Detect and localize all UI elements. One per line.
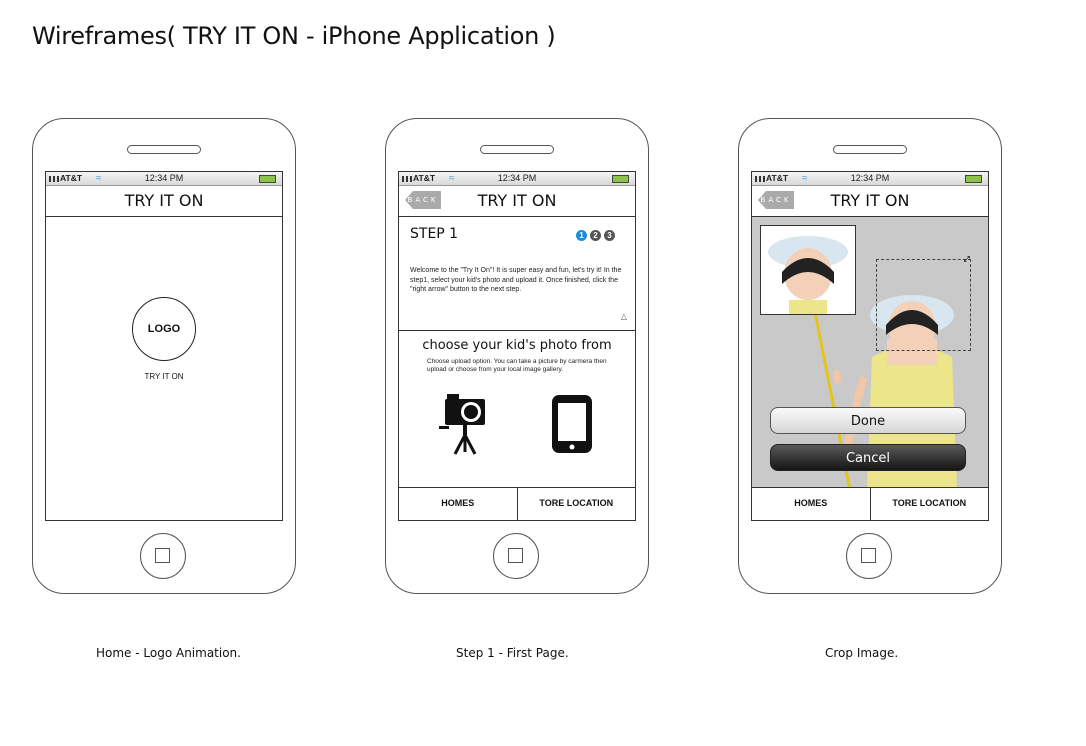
tab-bar: HOMES TORE LOCATION: [752, 487, 988, 520]
nav-bar: BACK TRY IT ON: [752, 185, 988, 217]
divider: [399, 330, 635, 331]
caption-home: Home - Logo Animation.: [96, 646, 241, 660]
status-time: 12:34 PM: [497, 173, 537, 183]
battery-icon: [259, 175, 276, 183]
step-title: STEP 1: [410, 226, 459, 242]
screen: AT&T ≈ 12:34 PM TRY IT ON LOGO TRY IT ON: [45, 171, 283, 521]
status-bar: AT&T ≈ 12:34 PM: [46, 172, 282, 186]
crop-box[interactable]: [876, 259, 971, 351]
tab-homes[interactable]: HOMES: [399, 488, 517, 520]
logo: LOGO: [132, 297, 196, 361]
status-bar: AT&T ≈ 12:34 PM: [752, 172, 988, 186]
kid-thumbnail: [761, 226, 855, 314]
caption-crop: Crop Image.: [825, 646, 899, 660]
phone-step1: AT&T ≈ 12:34 PM BACK TRY IT ON STEP 1 1 …: [385, 118, 649, 594]
camera-tripod-icon[interactable]: [439, 392, 491, 456]
home-button[interactable]: [140, 533, 186, 579]
step-description: Welcome to the "Try It On"! It is super …: [410, 267, 622, 293]
photo-area[interactable]: ↔ Done Cancel: [752, 217, 988, 490]
nav-title: TRY IT ON: [124, 191, 204, 210]
choose-description: Choose upload option. You can take a pic…: [427, 358, 607, 373]
home-button[interactable]: [846, 533, 892, 579]
back-button[interactable]: BACK: [758, 191, 794, 209]
battery-icon: [965, 175, 982, 183]
status-time: 12:34 PM: [144, 173, 184, 183]
speaker: [480, 145, 554, 154]
step-dot-2[interactable]: 2: [590, 230, 601, 241]
screen: AT&T ≈ 12:34 PM BACK TRY IT ON ↔ Done Ca…: [751, 171, 989, 521]
tab-store-location[interactable]: TORE LOCATION: [516, 488, 636, 520]
page-title: Wireframes( TRY IT ON - iPhone Applicati…: [32, 22, 556, 50]
screen: AT&T ≈ 12:34 PM BACK TRY IT ON STEP 1 1 …: [398, 171, 636, 521]
caption-step1: Step 1 - First Page.: [456, 646, 569, 660]
speaker: [127, 145, 201, 154]
step-dot-3[interactable]: 3: [604, 230, 615, 241]
nav-bar: BACK TRY IT ON: [399, 185, 635, 217]
tab-bar: HOMES TORE LOCATION: [399, 487, 635, 520]
nav-title: TRY IT ON: [477, 191, 557, 210]
up-triangle-icon[interactable]: △: [621, 312, 627, 321]
status-time: 12:34 PM: [850, 173, 890, 183]
status-bar: AT&T ≈ 12:34 PM: [399, 172, 635, 186]
back-button[interactable]: BACK: [405, 191, 441, 209]
done-button[interactable]: Done: [770, 407, 966, 434]
speaker: [833, 145, 907, 154]
smartphone-icon[interactable]: [551, 394, 593, 454]
home-button[interactable]: [493, 533, 539, 579]
step-dot-1[interactable]: 1: [576, 230, 587, 241]
battery-icon: [612, 175, 629, 183]
phone-home: AT&T ≈ 12:34 PM TRY IT ON LOGO TRY IT ON: [32, 118, 296, 594]
logo-caption: TRY IT ON: [144, 372, 184, 381]
cancel-button[interactable]: Cancel: [770, 444, 966, 471]
tab-store-location[interactable]: TORE LOCATION: [869, 488, 989, 520]
nav-title: TRY IT ON: [830, 191, 910, 210]
choose-title: choose your kid's photo from: [422, 338, 612, 353]
step-indicator: 1 2 3: [576, 230, 615, 241]
phone-crop: AT&T ≈ 12:34 PM BACK TRY IT ON ↔ Done Ca…: [738, 118, 1002, 594]
nav-bar: TRY IT ON: [46, 185, 282, 217]
tab-homes[interactable]: HOMES: [752, 488, 870, 520]
crop-preview-thumbnail: [760, 225, 856, 315]
